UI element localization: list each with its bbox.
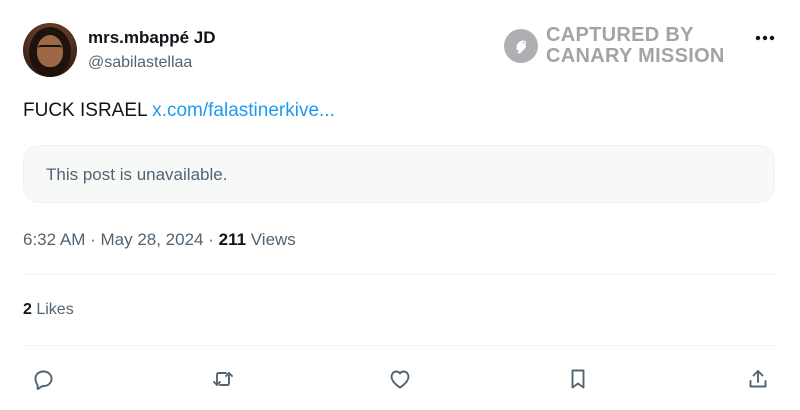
post-body: FUCK ISRAEL xyxy=(23,100,153,121)
views-label: Views xyxy=(246,230,296,249)
repost-icon xyxy=(213,372,233,386)
quoted-post-text: This post is unavailable. xyxy=(46,165,228,184)
likes-count: 2 xyxy=(23,301,32,318)
meta-separator: · xyxy=(85,230,101,249)
post-link[interactable]: x.com/falastinerkive... xyxy=(152,100,335,121)
watermark: CAPTURED BY CANARY MISSION xyxy=(504,24,725,68)
bookmark-button[interactable] xyxy=(563,364,593,394)
canary-bird-icon xyxy=(504,29,538,63)
avatar[interactable] xyxy=(23,23,77,77)
likes-label: Likes xyxy=(31,301,74,318)
reply-icon xyxy=(34,370,53,390)
watermark-line-2: CANARY MISSION xyxy=(546,45,725,67)
user-handle[interactable]: @sabilastellaa xyxy=(88,54,192,72)
like-icon xyxy=(390,370,410,389)
post-text: FUCK ISRAEL x.com/falastinerkive... xyxy=(23,100,335,122)
divider xyxy=(23,345,777,346)
watermark-line-1: CAPTURED BY xyxy=(546,24,694,46)
like-button[interactable] xyxy=(385,364,415,394)
more-options-icon[interactable] xyxy=(752,28,778,48)
share-icon xyxy=(749,370,767,388)
likes-stat[interactable]: 2 Likes xyxy=(23,301,74,319)
reply-button[interactable] xyxy=(28,364,58,394)
bookmark-icon xyxy=(571,369,585,389)
repost-button[interactable] xyxy=(208,364,238,394)
share-button[interactable] xyxy=(743,364,773,394)
post-meta: 6:32 AM · May 28, 2024 · 211 Views xyxy=(23,230,296,250)
quoted-post[interactable]: This post is unavailable. xyxy=(23,145,775,203)
meta-separator: · xyxy=(203,230,219,249)
divider xyxy=(23,274,777,275)
post-time[interactable]: 6:32 AM xyxy=(23,230,85,249)
post-card: mrs.mbappé JD @sabilastellaa CAPTURED BY… xyxy=(0,0,800,410)
display-name[interactable]: mrs.mbappé JD xyxy=(88,28,216,48)
post-date[interactable]: May 28, 2024 xyxy=(100,230,203,249)
views-count: 211 xyxy=(218,230,247,249)
